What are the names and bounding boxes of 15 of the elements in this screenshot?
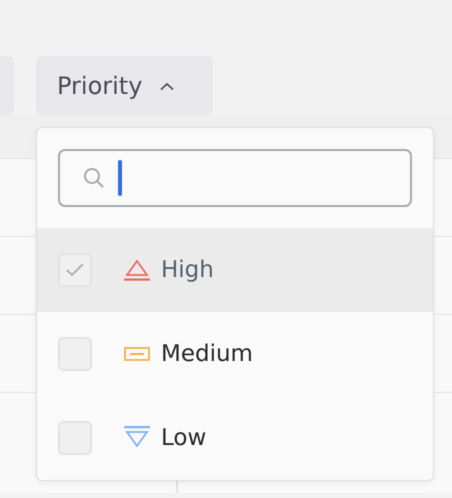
option-item[interactable]: Medium [37,312,433,396]
checkbox[interactable] [58,421,92,455]
option-label: Medium [161,341,253,367]
option-item[interactable]: High [37,228,433,312]
option-item[interactable]: Low [37,396,433,480]
checkbox[interactable] [58,337,92,371]
check-icon [65,262,85,278]
search-field[interactable] [58,149,412,207]
search-icon [82,166,106,190]
option-label: Low [161,425,206,451]
checkbox[interactable] [58,253,92,287]
text-cursor [118,160,122,196]
priority-filter-button[interactable]: Priority [36,56,213,115]
caret-icon [160,82,174,91]
option-label: High [161,257,214,283]
